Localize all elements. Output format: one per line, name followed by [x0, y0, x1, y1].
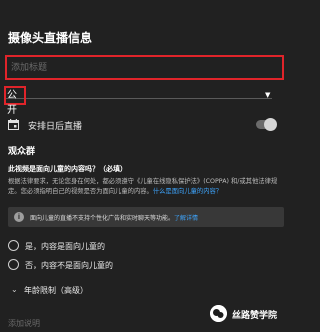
coppa-legal-text: 根据法律要求，无论您身在何处，都必须遵守《儿童在线隐私保护法》(COPPA) 和…	[8, 177, 286, 197]
made-for-kids-link[interactable]: 什么是面向儿童的内容？	[153, 188, 222, 195]
watermark-text: 丝路赞学院	[232, 311, 278, 321]
radio-made-for-kids-no[interactable]: 否，内容不是面向儿童的	[8, 258, 208, 272]
radio-circle[interactable]	[8, 240, 19, 251]
schedule-toggle[interactable]	[256, 118, 277, 131]
radio-label: 是，内容是面向儿童的	[25, 242, 105, 251]
radio-circle[interactable]	[8, 259, 19, 270]
wechat-logo-icon	[210, 305, 227, 322]
radio-label: 否，内容不是面向儿童的	[25, 261, 113, 270]
age-restriction-toggle[interactable]: ⌄ 年龄限制（高级）	[8, 284, 208, 298]
radio-made-for-kids-yes[interactable]: 是，内容是面向儿童的	[8, 239, 208, 253]
age-restriction-label: 年龄限制（高级）	[24, 286, 88, 295]
made-for-kids-question: 此视频是面向儿童的内容吗？（必填）	[8, 165, 127, 173]
info-notice-text: 面向儿童的直播不支持个性化广告和实时聊天等功能。了解详情	[30, 213, 198, 222]
chevron-down-icon[interactable]: ▼	[265, 91, 270, 99]
info-notice: i 面向儿童的直播不支持个性化广告和实时聊天等功能。了解详情	[8, 207, 284, 227]
title-input[interactable]	[5, 55, 284, 80]
audience-heading: 观众群	[8, 147, 36, 157]
learn-more-link[interactable]: 了解详情	[174, 215, 198, 222]
chevron-down-icon: ⌄	[11, 285, 18, 294]
description-input[interactable]: 添加说明	[8, 318, 40, 329]
schedule-label: 安排日后直播	[28, 122, 83, 132]
privacy-underline	[5, 98, 272, 99]
calendar-icon	[8, 119, 19, 130]
info-icon: i	[14, 212, 24, 222]
privacy-select[interactable]: 公开	[4, 86, 26, 116]
toggle-knob	[264, 118, 277, 131]
panel-title: 摄像头直播信息	[8, 31, 93, 45]
coppa-legal-body: 根据法律要求，无论您身在何处，都必须遵守《儿童在线隐私保护法》(COPPA) 和…	[8, 178, 278, 195]
schedule-row[interactable]: 安排日后直播	[8, 118, 278, 132]
info-notice-body: 面向儿童的直播不支持个性化广告和实时聊天等功能。	[30, 215, 175, 222]
